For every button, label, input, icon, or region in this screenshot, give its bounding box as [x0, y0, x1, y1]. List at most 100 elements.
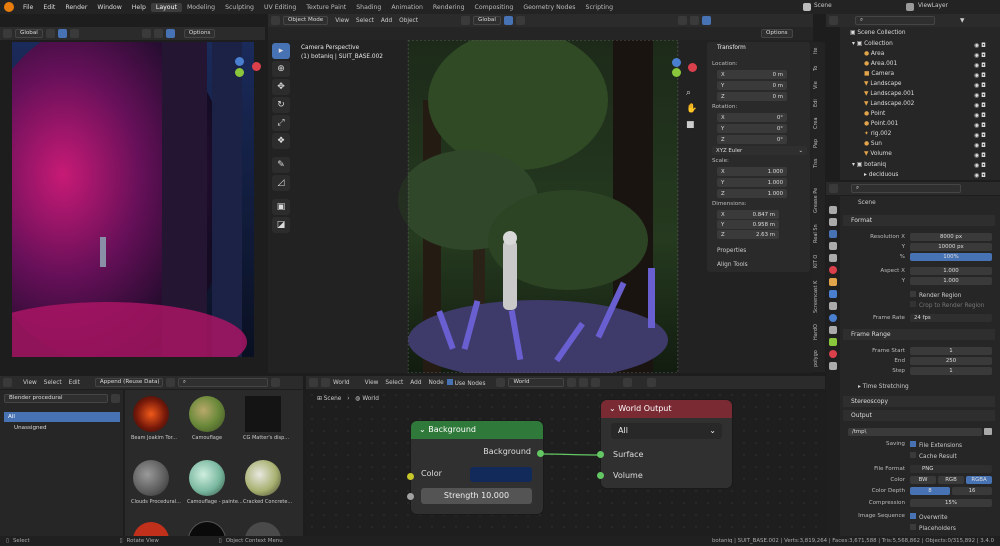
object-tab-icon[interactable]	[829, 278, 837, 286]
background-node[interactable]: ⌄ Background Background Color Strength 1…	[411, 421, 543, 514]
rotation-z-field[interactable]: Z 0°	[717, 135, 787, 144]
sidebar-tab-item[interactable]: Ite	[813, 44, 824, 58]
aspect-y-field[interactable]: 1.000	[910, 277, 992, 285]
view-layer-selector[interactable]: ViewLayer	[918, 3, 948, 9]
axis-y-icon[interactable]	[672, 68, 681, 77]
color-depth-8-button[interactable]: 8	[910, 487, 950, 495]
sidebar-tab-edit[interactable]: Edi	[813, 96, 824, 110]
axis-x-icon[interactable]	[688, 63, 697, 72]
dimensions-z-field[interactable]: Z 2.63 m	[717, 230, 779, 239]
tab-compositing[interactable]: Compositing	[470, 3, 519, 12]
filter-icon[interactable]	[165, 378, 175, 387]
render-region-checkbox[interactable]: Render Region	[910, 291, 961, 299]
resolution-y-field[interactable]: 10000 px	[910, 243, 992, 251]
proportional-icon[interactable]	[69, 29, 79, 38]
menu-edit[interactable]: Edit	[69, 380, 80, 386]
menu-window[interactable]: Window	[92, 4, 126, 11]
color-rgb-button[interactable]: RGB	[938, 476, 964, 484]
aspect-x-field[interactable]: 1.000	[910, 267, 992, 275]
left-viewport-render[interactable]	[12, 42, 254, 357]
tab-animation[interactable]: Animation	[386, 3, 428, 12]
scale-tool-icon[interactable]: ⤢	[272, 115, 290, 131]
pivot-icon[interactable]	[45, 29, 55, 38]
sidebar-tab-tool[interactable]: To	[813, 62, 824, 74]
catalog-all[interactable]: All	[4, 412, 120, 422]
world-datablock-icon[interactable]	[496, 378, 506, 387]
menu-object[interactable]: Object	[399, 18, 418, 24]
compression-slider[interactable]: 15%	[910, 499, 992, 507]
tab-scripting[interactable]: Scripting	[581, 3, 619, 12]
render-tab-icon[interactable]	[829, 218, 837, 226]
scale-x-field[interactable]: X 1.000	[717, 167, 787, 176]
display-options-icon[interactable]	[270, 378, 280, 387]
location-x-field[interactable]: X0 m	[717, 70, 787, 79]
output-path-field[interactable]: /tmp\	[848, 428, 982, 436]
sidebar-tab-hardops[interactable]: HardO	[813, 322, 824, 342]
frame-start-field[interactable]: 1	[910, 347, 992, 355]
sidebar-tab-view[interactable]: Vie	[813, 78, 824, 92]
tab-rendering[interactable]: Rendering	[428, 3, 470, 12]
camera-icon[interactable]: ■	[686, 120, 695, 130]
pan-hand-icon[interactable]: ✋	[686, 104, 697, 114]
resolution-percent-field[interactable]: 100%	[910, 253, 992, 261]
extra-tool-icon[interactable]: ◪	[272, 217, 290, 233]
location-y-field[interactable]: Y0 m	[717, 81, 787, 90]
snap-icon[interactable]	[503, 16, 513, 25]
frame-rate-dropdown[interactable]: 24 fps	[910, 314, 992, 322]
overlay-icon[interactable]	[677, 16, 687, 25]
snap-icon[interactable]	[57, 29, 67, 38]
location-z-field[interactable]: Z0 m	[717, 92, 787, 101]
menu-select[interactable]: Select	[385, 380, 403, 386]
dimensions-x-field[interactable]: X 0.847 m	[717, 210, 779, 219]
editor-type-icon[interactable]	[309, 378, 318, 387]
shader-type-dropdown[interactable]: World	[333, 380, 350, 386]
volume-input-socket[interactable]	[597, 472, 604, 479]
color-bw-button[interactable]: BW	[910, 476, 936, 484]
editor-type-icon[interactable]	[271, 16, 280, 25]
proportional-icon[interactable]	[515, 16, 525, 25]
asset-thumbnail[interactable]	[245, 522, 281, 536]
filter-icon[interactable]: ▼	[960, 18, 964, 24]
use-nodes-checkbox[interactable]: Use Nodes	[446, 378, 485, 387]
add-cube-tool-icon[interactable]: ▣	[272, 199, 290, 215]
time-stretching-subpanel[interactable]: ▸ Time Stretching	[858, 384, 909, 390]
tab-shading[interactable]: Shading	[351, 3, 386, 12]
menu-render[interactable]: Render	[60, 4, 92, 11]
sidebar-tab-kit-ops[interactable]: KIT O	[813, 251, 824, 271]
transform-orientation-dropdown[interactable]: Global	[15, 29, 43, 38]
transform-header[interactable]: Transform	[717, 45, 746, 51]
snap-icon[interactable]	[623, 378, 633, 387]
menu-view[interactable]: View	[23, 380, 37, 386]
menu-node[interactable]: Node	[429, 380, 444, 386]
transform-tool-icon[interactable]: ❖	[272, 133, 290, 149]
strength-input-socket[interactable]	[407, 493, 414, 500]
axis-z-icon[interactable]	[672, 58, 681, 67]
asset-item[interactable]: Beam Joakim Tor...	[131, 396, 177, 441]
fake-user-icon[interactable]	[567, 378, 577, 387]
rotate-tool-icon[interactable]: ↻	[272, 97, 290, 113]
rotation-mode-dropdown[interactable]: XYZ Euler ⌄	[712, 146, 807, 155]
align-tools-subpanel[interactable]: Align Tools	[717, 262, 748, 268]
editor-type-icon[interactable]	[3, 378, 12, 387]
overlay-icon[interactable]	[141, 29, 151, 38]
color-input-socket[interactable]	[407, 473, 414, 480]
axis-z-icon[interactable]	[235, 57, 244, 66]
tab-geometry-nodes[interactable]: Geometry Nodes	[518, 3, 580, 12]
asset-thumbnail[interactable]	[133, 522, 169, 536]
menu-add[interactable]: Add	[381, 18, 392, 24]
menu-select[interactable]: Select	[356, 18, 374, 24]
asset-item[interactable]: Clouds Procedural...	[131, 460, 181, 505]
modifier-tab-icon[interactable]	[829, 290, 837, 298]
xray-icon[interactable]	[689, 16, 699, 25]
catalog-unassigned[interactable]: Unassigned	[4, 423, 120, 433]
editor-type-icon[interactable]	[3, 29, 12, 38]
asset-item[interactable]: Camouflage - painte...	[187, 460, 243, 505]
left-options-button[interactable]: Options	[183, 29, 216, 38]
transform-orientation-dropdown[interactable]: Global	[473, 16, 501, 25]
annotate-tool-icon[interactable]: ✎	[272, 157, 290, 173]
rotation-y-field[interactable]: Y 0°	[717, 124, 787, 133]
node-editor-canvas[interactable]	[306, 389, 825, 536]
cache-result-checkbox[interactable]: Cache Result	[910, 452, 957, 460]
background-node-header[interactable]: ⌄ Background	[411, 421, 543, 439]
world-output-node-header[interactable]: ⌄ World Output	[601, 400, 732, 418]
